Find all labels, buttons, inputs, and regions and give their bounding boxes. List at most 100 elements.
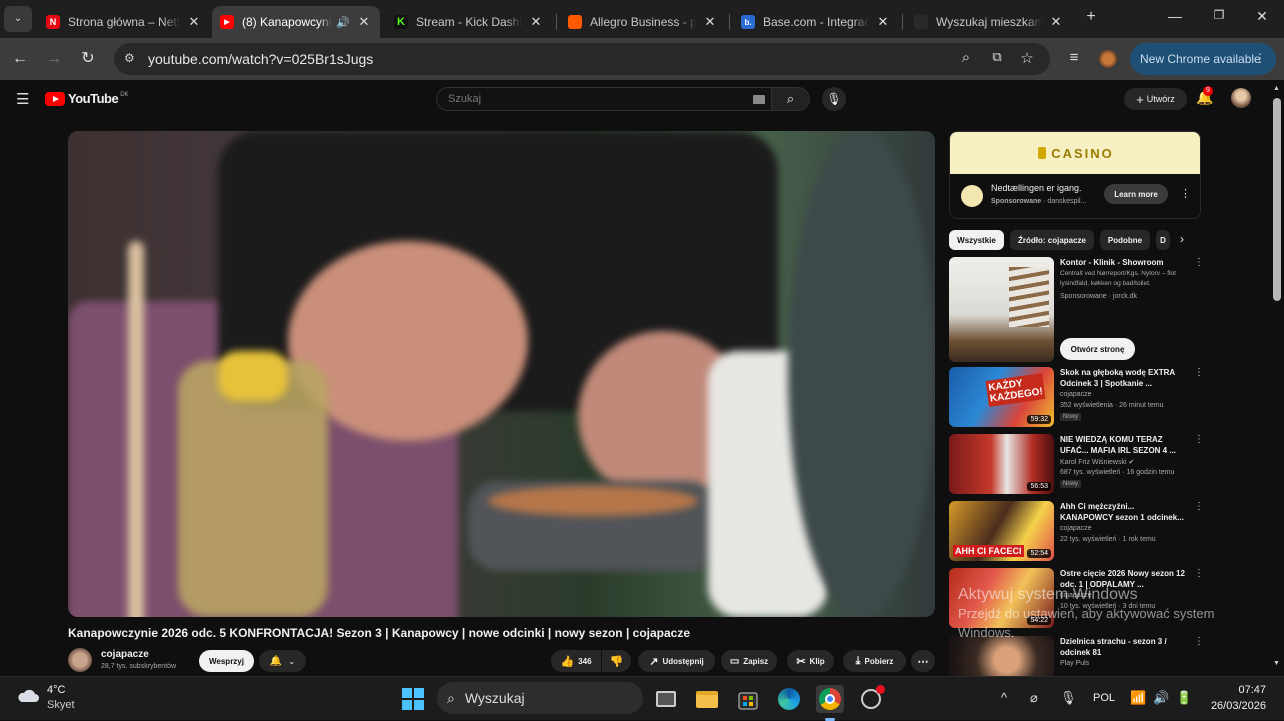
app-icon[interactable] xyxy=(857,685,885,713)
back-icon[interactable]: ← xyxy=(10,49,30,69)
tab-youtube[interactable]: ▶ (8) Kanapowcynie 2026 odc. 5 🔊 ✕ xyxy=(212,6,380,38)
start-button[interactable] xyxy=(399,685,427,713)
clock-date[interactable]: 26/03/2026 xyxy=(1206,700,1266,712)
related-title[interactable]: Dzielnica strachu - sezon 3 / odcinek 81 xyxy=(1060,636,1186,658)
reading-list-icon[interactable]: ≡ xyxy=(1064,49,1084,66)
related-channel[interactable]: cojapacze xyxy=(1060,525,1092,532)
channel-name[interactable]: cojapacze xyxy=(101,649,149,660)
task-view-icon[interactable] xyxy=(652,685,680,713)
save-button[interactable]: ▭ Zapisz xyxy=(721,650,777,672)
related-video-item[interactable]: KAŻDY KAŻDEGO! 59:32 Skok na głęboką wodę… xyxy=(949,367,1204,427)
install-icon[interactable]: ⧉ xyxy=(987,49,1007,65)
bookmark-star-icon[interactable]: ☆ xyxy=(1017,49,1037,67)
video-player[interactable] xyxy=(68,131,935,617)
menu-kebab-icon[interactable]: ⋮ xyxy=(1194,501,1204,512)
hamburger-menu-icon[interactable]: ☰ xyxy=(16,90,29,108)
page-scrollbar[interactable]: ▲ ▼ xyxy=(1270,80,1284,676)
weather-condition[interactable]: Skyet xyxy=(47,699,75,711)
subscription-bell-button[interactable]: 🔔 ⌄ xyxy=(259,650,306,672)
scroll-down-icon[interactable]: ▼ xyxy=(1273,660,1280,667)
file-explorer-icon[interactable] xyxy=(693,685,721,713)
related-title[interactable]: Ostre cięcie 2026 Nowy sezon 12 odc. 1 |… xyxy=(1060,568,1186,590)
profile-avatar[interactable] xyxy=(1099,50,1117,68)
close-tab-icon[interactable]: ✕ xyxy=(1048,14,1064,30)
menu-kebab-icon[interactable]: ⋮ xyxy=(1194,568,1204,579)
site-info-icon[interactable]: ⚙ xyxy=(124,51,135,65)
notifications-button[interactable]: 🔔 9 xyxy=(1196,86,1213,106)
chip-similar[interactable]: Podobne xyxy=(1100,230,1150,250)
menu-kebab-icon[interactable]: ⋮ xyxy=(1254,51,1266,65)
zoom-icon[interactable]: ⌕ xyxy=(956,49,976,66)
forward-icon[interactable]: → xyxy=(44,49,64,69)
url-text[interactable]: youtube.com/watch?v=025Br1sJugs xyxy=(148,51,373,67)
microphone-icon[interactable]: 🎙 xyxy=(1060,690,1077,706)
address-bar[interactable]: ⚙ youtube.com/watch?v=025Br1sJugs ⌕ ⧉ ☆ xyxy=(114,43,1050,75)
related-channel[interactable]: Karol Friz Wiśniewski ✔ xyxy=(1060,458,1134,466)
chevron-up-icon[interactable]: ^ xyxy=(1001,690,1007,705)
close-tab-icon[interactable]: ✕ xyxy=(356,14,372,30)
network-off-icon[interactable]: ⌀ xyxy=(1030,690,1038,706)
related-video-item[interactable]: Dzielnica strachu - sezon 3 / odcinek 81… xyxy=(949,636,1201,676)
ad-card[interactable]: CASINO Nedtællingen er igang. Sponsorowa… xyxy=(949,131,1201,219)
menu-kebab-icon[interactable]: ⋮ xyxy=(1180,187,1191,200)
related-thumbnail[interactable]: AHH CI FACECI 52:54 xyxy=(949,501,1054,561)
volume-icon[interactable]: 🔊 xyxy=(1153,690,1169,706)
tab-kick[interactable]: K Stream - Kick Dashboard ✕ xyxy=(386,6,552,38)
related-thumbnail[interactable] xyxy=(949,257,1054,362)
new-tab-icon[interactable]: + xyxy=(1077,8,1105,26)
maximize-icon[interactable]: ❐ xyxy=(1205,8,1233,22)
microsoft-store-icon[interactable] xyxy=(734,685,762,713)
learn-more-button[interactable]: Learn more xyxy=(1104,184,1168,204)
weather-temperature[interactable]: 4°C xyxy=(47,684,65,696)
tab-allegro[interactable]: Allegro Business - platforma ✕ xyxy=(560,6,726,38)
related-thumbnail[interactable]: 56:53 xyxy=(949,434,1054,494)
menu-kebab-icon[interactable]: ⋮ xyxy=(1194,636,1201,647)
related-title[interactable]: Kontor - Klinik - Showroom xyxy=(1060,257,1186,268)
related-channel[interactable]: cojapacze xyxy=(1060,592,1092,599)
minimize-icon[interactable]: — xyxy=(1161,8,1189,24)
close-tab-icon[interactable]: ✕ xyxy=(702,14,718,30)
account-avatar[interactable] xyxy=(1231,88,1251,108)
battery-icon[interactable]: 🔋 xyxy=(1176,690,1192,706)
tab-wyszukaj[interactable]: Wyszukaj mieszkania ✕ xyxy=(906,6,1072,38)
tab-base[interactable]: b. Base.com - Integracje ✕ xyxy=(733,6,899,38)
clip-button[interactable]: ✂ Klip xyxy=(787,650,834,672)
dislike-button[interactable]: 👎 xyxy=(602,650,631,672)
chip-all[interactable]: Wszystkie xyxy=(949,230,1004,250)
related-channel[interactable]: cojapacze xyxy=(1060,391,1092,398)
search-box[interactable]: Szukaj xyxy=(436,87,772,111)
taskbar-search[interactable]: ⌕ Wyszukaj xyxy=(437,682,643,714)
ad-banner[interactable]: CASINO xyxy=(950,132,1200,174)
related-thumbnail[interactable] xyxy=(949,636,1054,676)
menu-kebab-icon[interactable]: ⋮ xyxy=(1194,367,1204,378)
search-button[interactable]: ⌕ xyxy=(772,87,810,111)
scroll-up-icon[interactable]: ▲ xyxy=(1273,85,1280,92)
tab-search-button[interactable]: ⌄ xyxy=(4,6,32,32)
close-tab-icon[interactable]: ✕ xyxy=(528,14,544,30)
support-button[interactable]: Wesprzyj xyxy=(199,650,254,672)
share-button[interactable]: ↗ Udostępnij xyxy=(638,650,715,672)
scrollbar-thumb[interactable] xyxy=(1273,98,1281,301)
create-button[interactable]: + Utwórz xyxy=(1124,88,1187,110)
menu-kebab-icon[interactable]: ⋮ xyxy=(1194,257,1204,268)
related-title[interactable]: Skok na głęboką wodę EXTRA Odcinek 3 | S… xyxy=(1060,367,1186,389)
chip-source[interactable]: Źródło: cojapacze xyxy=(1010,230,1094,250)
open-site-button[interactable]: Otwórz stronę xyxy=(1060,338,1135,360)
download-button[interactable]: ⤓ Pobierz xyxy=(843,650,906,672)
chevron-right-icon[interactable]: › xyxy=(1180,232,1184,246)
related-title[interactable]: NIE WIEDZĄ KOMU TERAZ UFAĆ... MAFIA IRL … xyxy=(1060,434,1186,456)
related-title[interactable]: Ahh Ci mężczyźni... KANAPOWCY sezon 1 od… xyxy=(1060,501,1186,523)
tab-netflix[interactable]: N Strona główna – Netflix ✕ xyxy=(38,6,210,38)
new-chrome-button[interactable]: New Chrome available ⋮ xyxy=(1130,43,1276,75)
youtube-logo[interactable]: YouTube DK xyxy=(45,91,129,106)
related-thumbnail[interactable]: KAŻDY KAŻDEGO! 59:32 xyxy=(949,367,1054,427)
related-video-item[interactable]: 56:53 NIE WIEDZĄ KOMU TERAZ UFAĆ... MAFI… xyxy=(949,434,1204,494)
related-thumbnail[interactable]: 54:22 xyxy=(949,568,1054,628)
related-video-item[interactable]: AHH CI FACECI 52:54 Ahh Ci mężczyźni... … xyxy=(949,501,1204,561)
keyboard-icon[interactable] xyxy=(753,95,765,104)
related-channel[interactable]: Play Puls xyxy=(1060,660,1089,667)
menu-kebab-icon[interactable]: ⋮ xyxy=(1194,434,1204,445)
cloud-icon[interactable] xyxy=(16,687,40,703)
like-button[interactable]: 👍 346 xyxy=(551,650,601,672)
clock-time[interactable]: 07:47 xyxy=(1206,684,1266,696)
